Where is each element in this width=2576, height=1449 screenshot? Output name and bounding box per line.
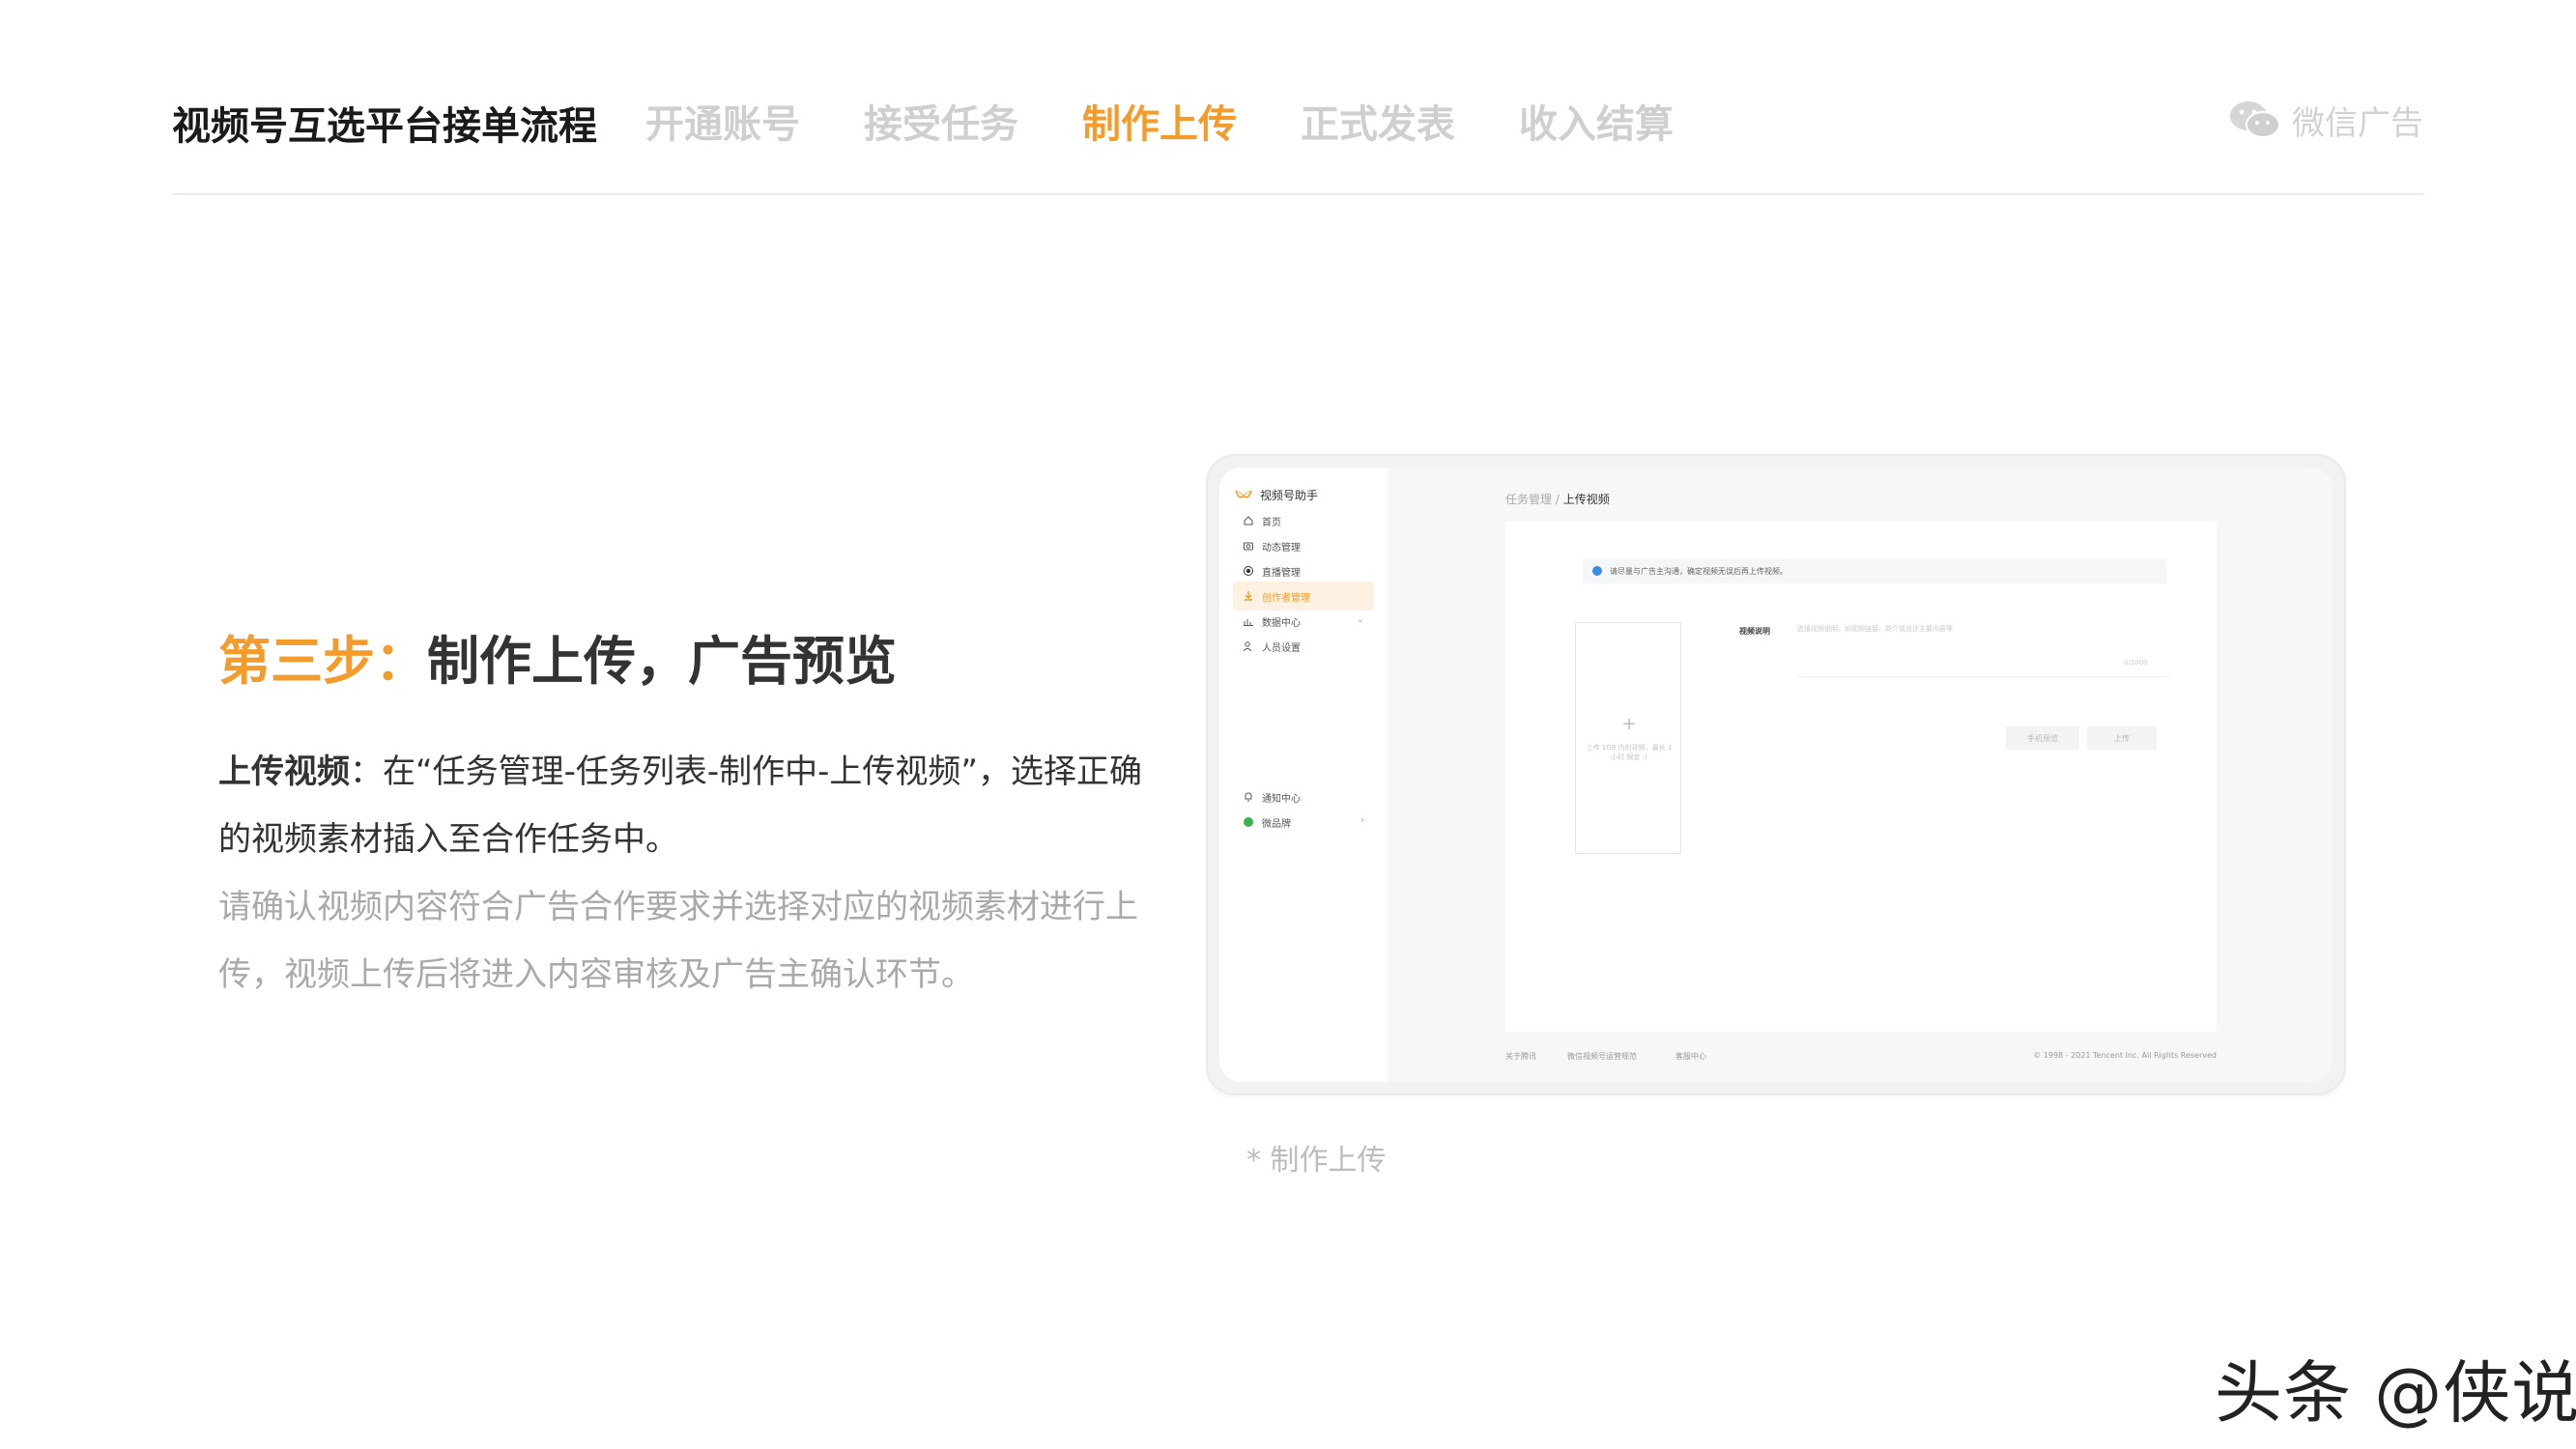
step-title: 制作上传，广告预览 — [427, 631, 897, 692]
people-icon — [1243, 640, 1254, 652]
mock-sidebar-label: 首页 — [1262, 517, 1281, 528]
bell-icon — [1243, 791, 1254, 803]
upload-button[interactable]: 上传 — [2087, 726, 2157, 750]
upload-hint: 上传 1GB 内的视频，最长 1小时 限定 :) — [1586, 744, 1673, 761]
mock-sidebar-label: 数据中心 — [1262, 617, 1301, 629]
step-separator: ： — [375, 631, 427, 692]
description-field-label: 视频说明 — [1739, 627, 1770, 636]
mock-sidebar-label: 直播管理 — [1262, 567, 1301, 579]
mock-app-name: 视频号助手 — [1260, 489, 1319, 502]
footer-rules-link[interactable]: 微信视频号运营规范 — [1567, 1051, 1637, 1062]
step-tab-publish[interactable]: 正式发表 — [1301, 93, 1455, 149]
video-upload-area[interactable]: + 上传 1GB 内的视频，最长 1小时 限定 :) — [1575, 622, 1681, 854]
mock-sidebar-label: 人员设置 — [1262, 642, 1301, 654]
mock-breadcrumb: 任务管理 / 上传视频 — [1505, 491, 1610, 507]
mock-sidebar-label: 创作者管理 — [1262, 592, 1310, 604]
mock-sidebar-item-brand[interactable]: 微品牌 › — [1233, 808, 1374, 837]
notice-text: 请尽量与广告主沟通，确定视频无误后再上传视频。 — [1610, 566, 1788, 576]
wechat-icon — [2228, 99, 2282, 141]
header: 视频号互选平台接单流程 开通账号 接受任务 制作上传 正式发表 收入结算 微信广… — [172, 89, 2423, 151]
mock-sidebar-label: 动态管理 — [1262, 542, 1301, 554]
channels-logo-icon — [1235, 489, 1252, 497]
step-description: 上传视频：在“任务管理-任务列表-制作中-上传视频”，选择正确的视频素材插入至合… — [218, 738, 1146, 873]
notice-banner: 请尽量与广告主沟通，确定视频无误后再上传视频。 — [1583, 558, 2166, 583]
breadcrumb-separator: / — [1555, 493, 1560, 506]
live-icon — [1243, 565, 1254, 577]
mock-sidebar: 视频号助手 首页 动态管理 直播管理 创作者管理 数据中心 ⌄ 人员设置 通知中… — [1219, 468, 1388, 1082]
screenshot-frame: 视频号助手 首页 动态管理 直播管理 创作者管理 数据中心 ⌄ 人员设置 通知中… — [1206, 454, 2346, 1095]
brand-name: 微信广告 — [2292, 103, 2423, 143]
footer-about-link[interactable]: 关于腾讯 — [1505, 1051, 1536, 1062]
home-icon — [1243, 515, 1254, 526]
step-tab-accept-task[interactable]: 接受任务 — [864, 93, 1018, 149]
chart-icon — [1243, 615, 1254, 627]
step-heading: 第三步：制作上传，广告预览 — [218, 618, 897, 695]
camera-icon — [1243, 540, 1254, 552]
char-counter: 0/1000 — [2124, 659, 2148, 667]
mock-sidebar-label: 微品牌 — [1262, 818, 1291, 830]
header-divider — [172, 193, 2423, 195]
mock-app-logo: 视频号助手 — [1235, 487, 1318, 503]
step-tab-settlement[interactable]: 收入结算 — [1519, 93, 1674, 149]
step-tab-open-account[interactable]: 开通账号 — [645, 93, 800, 149]
info-icon — [1592, 566, 1602, 576]
description-text: ：在“任务管理-任务列表-制作中-上传视频”，选择正确的视频素材插入至合作任务中… — [218, 753, 1143, 859]
description-lead: 上传视频 — [218, 753, 350, 791]
footer-copyright: © 1998 - 2021 Tencent Inc. All Rights Re… — [2033, 1051, 2217, 1060]
description-input[interactable]: 选填视频说明，如视频链接、简介或设计主要内容等 — [1797, 624, 2164, 634]
step-tab-make-upload[interactable]: 制作上传 — [1082, 93, 1237, 149]
watermark: 头条 @侠说 — [2215, 1353, 2576, 1433]
brand-icon — [1243, 816, 1254, 828]
breadcrumb-current: 上传视频 — [1562, 493, 1610, 506]
brand-logo: 微信广告 — [2228, 97, 2423, 143]
page-title: 视频号互选平台接单流程 — [172, 104, 597, 149]
description-note: 请确认视频内容符合广告合作要求并选择对应的视频素材进行上传，视频上传后将进入内容… — [218, 888, 1138, 994]
chevron-down-icon: ⌄ — [1356, 614, 1364, 625]
screenshot-caption: * 制作上传 — [1246, 1144, 1387, 1178]
mock-footer: 关于腾讯 微信视频号运营规范 客服中心 © 1998 - 2021 Tencen… — [1505, 1051, 2217, 1066]
chevron-right-icon: › — [1360, 815, 1364, 826]
mock-upload-panel: 请尽量与广告主沟通，确定视频无误后再上传视频。 + 上传 1GB 内的视频，最长… — [1505, 522, 2217, 1032]
creator-icon — [1243, 590, 1254, 602]
mock-sidebar-item-staff[interactable]: 人员设置 — [1233, 632, 1374, 661]
mobile-preview-button[interactable]: 手机预览 — [2006, 726, 2079, 750]
mock-app-window: 视频号助手 首页 动态管理 直播管理 创作者管理 数据中心 ⌄ 人员设置 通知中… — [1219, 468, 2333, 1082]
step-number: 第三步 — [218, 631, 375, 692]
plus-icon: + — [1621, 714, 1637, 734]
breadcrumb-parent[interactable]: 任务管理 — [1505, 493, 1552, 506]
input-underline — [1797, 676, 2170, 677]
mock-sidebar-label: 通知中心 — [1262, 793, 1301, 805]
footer-service-link[interactable]: 客服中心 — [1675, 1051, 1706, 1062]
